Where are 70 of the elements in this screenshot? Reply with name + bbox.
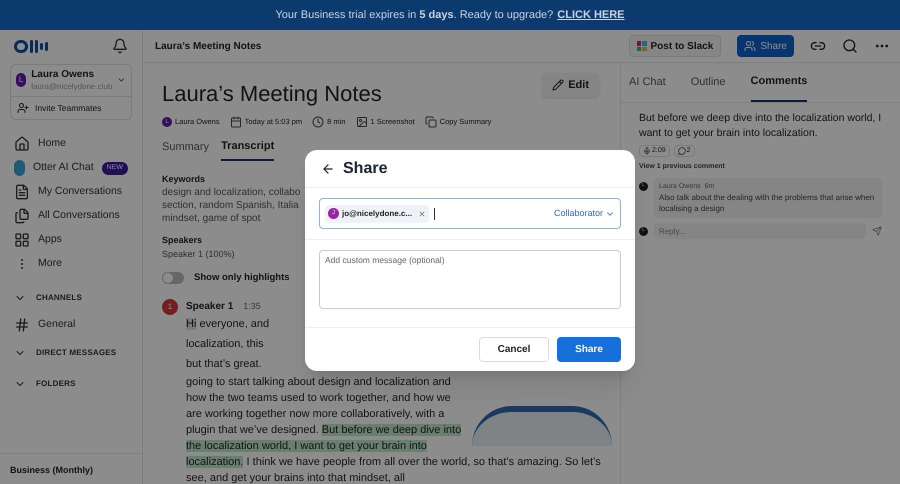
- reply-field[interactable]: Reply...: [654, 223, 866, 239]
- logo-icon: [14, 40, 48, 52]
- speaker-avatar: 1: [162, 299, 178, 316]
- upgrade-link[interactable]: CLICK HERE: [557, 6, 625, 24]
- comment-icon: [678, 146, 686, 155]
- speakers-text: Speaker 1 (100%): [162, 248, 235, 261]
- toggle-label: Show only highlights: [194, 271, 290, 285]
- post-to-slack-button[interactable]: Post to Slack: [628, 35, 722, 57]
- keywords-text: design and localization, collabo: [162, 186, 300, 199]
- section-header[interactable]: FOLDERS: [10, 368, 132, 400]
- dialog-title: Share: [343, 158, 388, 178]
- sidebar-item[interactable]: All Conversations: [10, 204, 132, 228]
- role-dropdown[interactable]: Collaborator: [554, 206, 615, 220]
- apps-icon: [14, 232, 30, 248]
- remove-icon[interactable]: [418, 210, 426, 218]
- quoted-text: But before we deep dive into the localization world, I want to get your brain into localization.: [639, 110, 882, 140]
- transcript-line: localization, this: [186, 337, 264, 352]
- recipient-email: jo@nicelydone.c...: [342, 208, 412, 220]
- sidebar-item[interactable]: More: [10, 252, 132, 276]
- pencil-icon: [552, 79, 564, 91]
- copy-icon: [424, 116, 437, 128]
- hash-icon: [14, 317, 30, 334]
- home-icon: [14, 136, 30, 152]
- timestamp: 1:35: [243, 300, 261, 313]
- channel-item[interactable]: General: [10, 313, 132, 338]
- message-field[interactable]: Add custom message (optional): [319, 250, 621, 309]
- highlights-toggle[interactable]: [162, 272, 184, 284]
- document-tab[interactable]: Summary: [162, 138, 210, 160]
- share-confirm-button[interactable]: Share: [557, 337, 621, 362]
- panel-tab[interactable]: Outline: [690, 63, 726, 102]
- plan-label: Business (Monthly): [10, 465, 94, 475]
- slack-logo-icon: [636, 41, 646, 51]
- sidebar-item[interactable]: Home: [10, 132, 132, 156]
- cancel-button[interactable]: Cancel: [479, 337, 549, 362]
- edit-button[interactable]: Edit: [542, 73, 599, 97]
- user-email: laura@nicelydone.club: [31, 82, 112, 92]
- user-avatar: L: [16, 73, 26, 88]
- trial-message: Your Business trial expires in 5 days. Ready to upgrade?: [275, 8, 554, 23]
- sidebar-item[interactable]: My Conversations: [10, 180, 132, 204]
- speaker-name: Speaker 1: [186, 300, 234, 314]
- send-icon[interactable]: [872, 226, 882, 236]
- add-user-icon: [17, 102, 29, 114]
- keywords-text: section, random Spanish, Italia: [162, 199, 299, 212]
- transcript-line: Hi everyone, and: [186, 317, 270, 332]
- notification-bell-icon[interactable]: [112, 38, 128, 54]
- transcript-line: but that’s great.: [186, 357, 262, 372]
- share-button[interactable]: Share: [737, 35, 794, 57]
- users-icon: [744, 40, 756, 52]
- sidebar-item[interactable]: Apps: [10, 228, 132, 252]
- calendar-icon: [230, 116, 242, 128]
- keywords-text: mindset, game of spot: [162, 212, 260, 225]
- section-header[interactable]: CHANNELS: [10, 282, 132, 314]
- document-tab[interactable]: Transcript: [221, 138, 274, 160]
- search-icon[interactable]: [842, 38, 858, 54]
- document-title: Laura’s Meeting Notes: [162, 80, 382, 108]
- section-header[interactable]: DIRECT MESSAGES: [10, 337, 132, 368]
- clock-icon: [312, 116, 324, 128]
- panel-tab[interactable]: Comments: [750, 63, 808, 102]
- document-icon: [14, 184, 30, 200]
- documents-icon: [14, 208, 30, 224]
- transcript-paragraph: going to start talking about design and localization and how the two teams used to work together, and how we are working together now more collaboratively, with a plugin that we’ve designed. But before we deep dive into the localization world, I want to get your brain into localization. I think we have people from all over the world, so that’s amazing. So let’s see, and get your brains into that mindset, all: [186, 374, 612, 484]
- user-name: Laura Owens: [31, 69, 96, 82]
- panel-tab[interactable]: AI Chat: [629, 63, 666, 102]
- page-title: Laura’s Meeting Notes: [155, 40, 262, 54]
- invite-teammates-button[interactable]: Invite Teammates: [11, 96, 131, 120]
- comment-text: Also talk about the dealing with the problems that arise when localising a design: [659, 192, 876, 214]
- keywords-heading: Keywords: [162, 172, 206, 186]
- speakers-heading: Speakers: [162, 234, 202, 247]
- microphone-icon: [643, 146, 651, 155]
- image-icon: [356, 116, 368, 128]
